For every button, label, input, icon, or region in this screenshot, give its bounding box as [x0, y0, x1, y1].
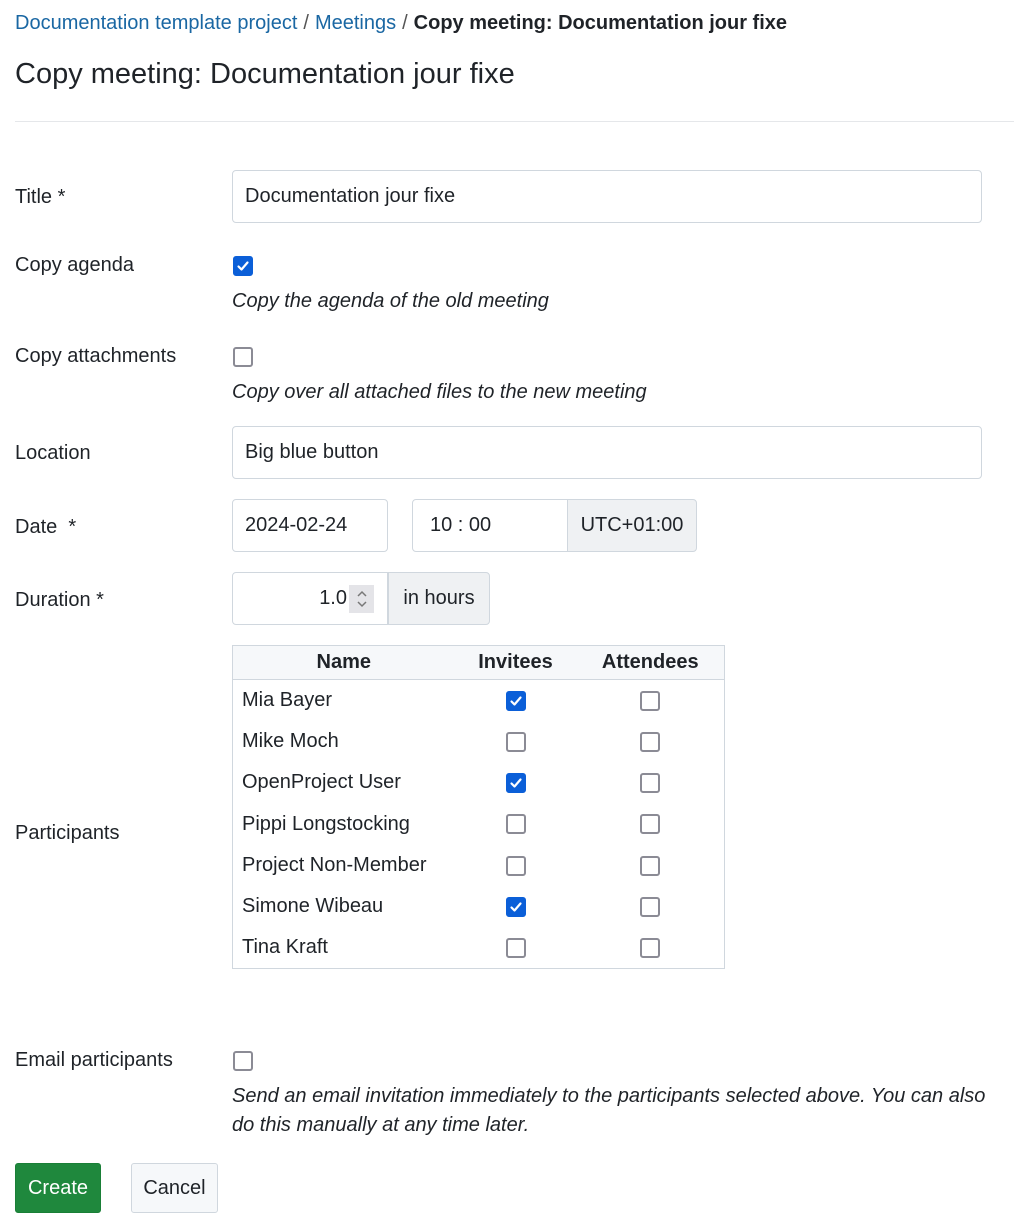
- required-marker: *: [57, 186, 66, 208]
- divider: [15, 121, 1014, 122]
- participant-row: OpenProject User: [233, 762, 725, 803]
- duration-input-value: 1.0: [319, 587, 347, 609]
- copy-attachments-hint: Copy over all attached files to the new …: [232, 381, 647, 403]
- participant-row: Pippi Longstocking: [233, 803, 725, 844]
- invitee-cell: [455, 803, 577, 844]
- attendee-cell: [577, 680, 725, 721]
- attendee-checkbox[interactable]: [640, 814, 661, 835]
- invitee-cell: [455, 680, 577, 721]
- invitee-checkbox[interactable]: [505, 855, 526, 876]
- invitee-cell: [455, 762, 577, 803]
- date-label: Date *: [15, 516, 76, 539]
- copy-attachments-checkbox[interactable]: [233, 347, 253, 367]
- check-icon: [509, 902, 522, 912]
- date-input-value: 2024-02-24: [245, 514, 348, 536]
- participant-name: Mike Moch: [242, 729, 339, 752]
- email-participants-hint: Send an email invitation immediately to …: [232, 1085, 986, 1136]
- participant-name: Pippi Longstocking: [242, 812, 410, 835]
- table-header-row: Name Invitees Attendees: [232, 645, 725, 680]
- copy-attachments-label: Copy attachments: [15, 345, 177, 367]
- copy-agenda-label: Copy agenda: [15, 254, 134, 276]
- title-input-value: Documentation jour fixe: [245, 185, 456, 207]
- attendee-cell: [577, 886, 725, 927]
- participant-name: Project Non-Member: [242, 853, 427, 876]
- date-label-text: Date: [15, 516, 58, 538]
- location-input-value: Big blue button: [245, 441, 379, 463]
- breadcrumb-link-meetings[interactable]: Meetings: [315, 12, 396, 34]
- breadcrumb-separator: /: [402, 12, 408, 34]
- duration-unit-addon: in hours: [388, 572, 490, 625]
- attendee-cell: [577, 845, 725, 886]
- copy-agenda-hint: Copy the agenda of the old meeting: [232, 290, 549, 312]
- attendee-checkbox[interactable]: [640, 855, 661, 876]
- participant-name: Mia Bayer: [242, 688, 333, 711]
- participant-row: Simone Wibeau: [233, 886, 725, 927]
- participant-name: OpenProject User: [242, 771, 401, 794]
- email-participants-checkbox[interactable]: [233, 1051, 253, 1071]
- attendee-cell: [577, 803, 725, 844]
- attendee-cell: [577, 927, 725, 968]
- column-header-invitees: Invitees: [454, 645, 577, 680]
- required-marker: *: [68, 516, 77, 538]
- email-participants-label: Email participants: [15, 1049, 173, 1071]
- page-title: Copy meeting: Documentation jour fixe: [15, 58, 515, 90]
- invitee-cell: [455, 721, 577, 762]
- invitee-checkbox[interactable]: [505, 896, 526, 917]
- invitee-cell: [455, 886, 577, 927]
- attendee-cell: [577, 762, 725, 803]
- attendee-checkbox[interactable]: [640, 772, 661, 793]
- attendee-checkbox[interactable]: [640, 690, 661, 711]
- invitee-checkbox[interactable]: [505, 731, 526, 752]
- breadcrumb-link-project[interactable]: Documentation template project: [15, 12, 297, 34]
- column-header-attendees: Attendees: [576, 645, 725, 680]
- breadcrumb-current: Copy meeting: Documentation jour fixe: [413, 12, 788, 34]
- attendee-checkbox[interactable]: [640, 937, 661, 958]
- date-input[interactable]: 2024-02-24: [232, 499, 388, 552]
- title-label: Title *: [15, 186, 65, 209]
- copy-agenda-checkbox[interactable]: [233, 256, 253, 276]
- participant-name: Simone Wibeau: [242, 895, 384, 918]
- cancel-button[interactable]: Cancel: [131, 1163, 218, 1213]
- invitee-checkbox[interactable]: [505, 690, 526, 711]
- check-icon: [509, 778, 522, 788]
- participant-name: Tina Kraft: [242, 936, 328, 959]
- title-input[interactable]: Documentation jour fixe: [232, 170, 982, 223]
- timezone-addon: UTC+01:00: [567, 499, 697, 552]
- duration-label: Duration *: [15, 589, 104, 612]
- invitee-checkbox[interactable]: [505, 772, 526, 793]
- time-input[interactable]: 10 : 00: [412, 499, 568, 552]
- participants-label: Participants: [15, 822, 120, 844]
- participant-row: Mike Moch: [233, 721, 725, 762]
- required-marker: *: [96, 589, 104, 611]
- location-label: Location: [15, 442, 91, 464]
- column-header-name: Name: [232, 645, 455, 680]
- duration-label-text: Duration: [15, 589, 91, 611]
- participant-row: Project Non-Member: [233, 845, 725, 886]
- invitee-checkbox[interactable]: [505, 814, 526, 835]
- check-icon: [509, 696, 522, 706]
- title-label-text: Title: [15, 186, 53, 208]
- check-icon: [237, 261, 249, 271]
- participants-table: Name Invitees Attendees Mia Bayer Mike Mo…: [232, 645, 725, 970]
- participant-row: Tina Kraft: [233, 927, 725, 968]
- duration-spinner[interactable]: [349, 585, 374, 613]
- invitee-checkbox[interactable]: [505, 937, 526, 958]
- participant-row: Mia Bayer: [233, 680, 725, 721]
- attendee-checkbox[interactable]: [640, 731, 661, 752]
- create-button[interactable]: Create: [15, 1163, 101, 1213]
- breadcrumb: Documentation template project / Meetings /…: [15, 12, 787, 35]
- attendee-checkbox[interactable]: [640, 896, 661, 917]
- invitee-cell: [455, 845, 577, 886]
- invitee-cell: [455, 927, 577, 968]
- breadcrumb-separator: /: [303, 12, 309, 34]
- attendee-cell: [577, 721, 725, 762]
- spinner-arrows-icon: [356, 590, 367, 608]
- time-input-value: 10 : 00: [430, 514, 492, 536]
- location-input[interactable]: Big blue button: [232, 426, 982, 479]
